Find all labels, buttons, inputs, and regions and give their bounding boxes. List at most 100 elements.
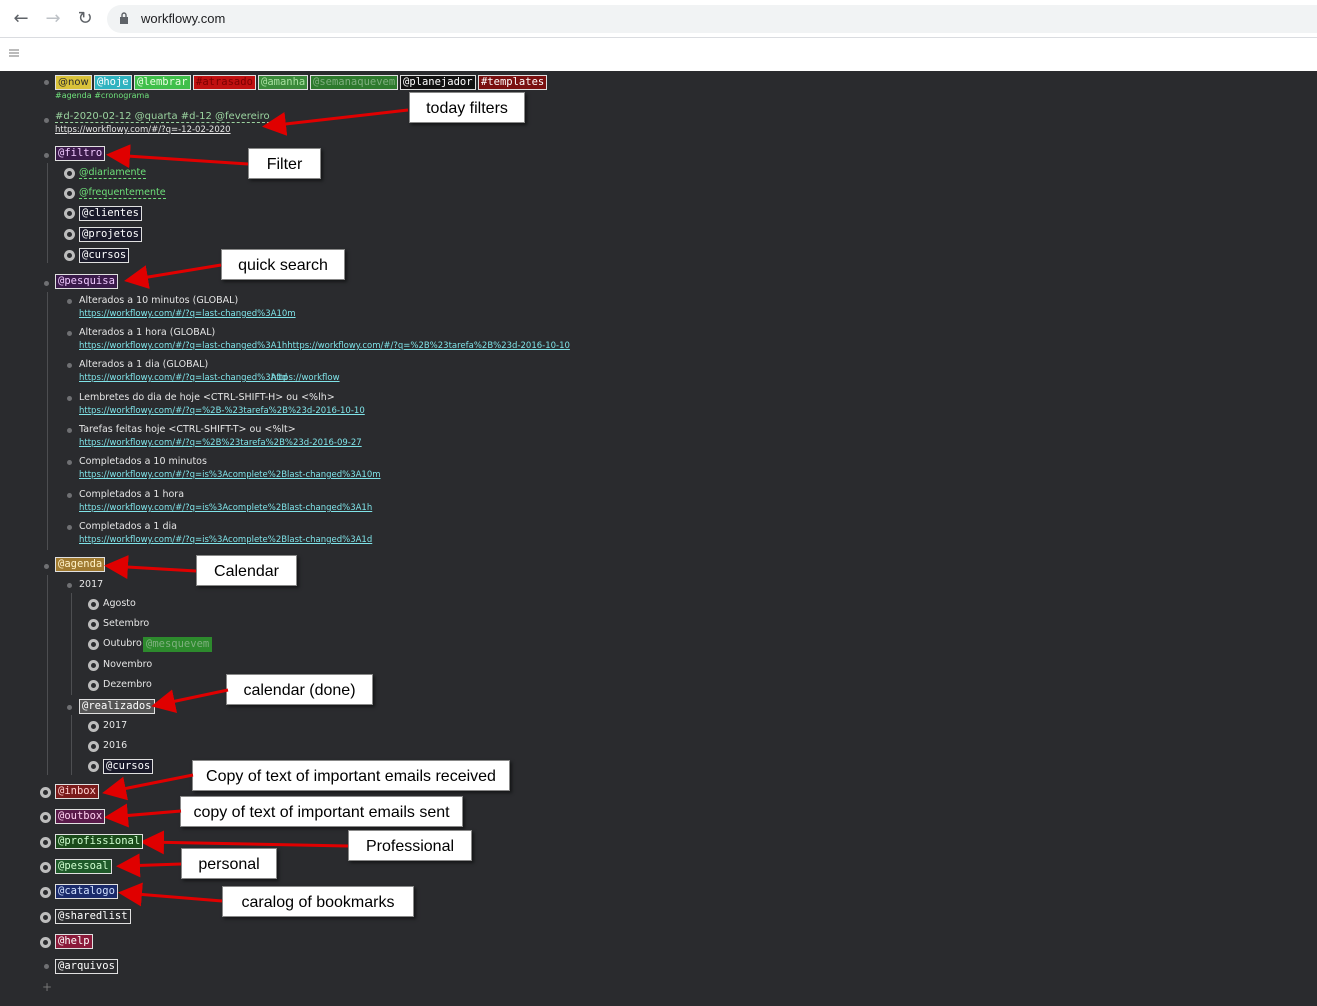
done-item[interactable]: @cursos	[103, 759, 154, 774]
bullet[interactable]	[67, 583, 72, 588]
browser-toolbar: ← → ↻ workflowy.com	[0, 0, 1317, 38]
top-item-catalogo[interactable]: @catalogo	[55, 884, 118, 899]
header-tag[interactable]: @hoje	[94, 75, 132, 90]
bullet[interactable]	[67, 331, 72, 336]
callout-catalog: caralog of bookmarks	[222, 886, 414, 917]
header-tag[interactable]: @amanha	[258, 75, 309, 90]
search-title: Alterados a 1 dia (GLOBAL)	[79, 359, 209, 370]
month-item[interactable]: Novembro	[103, 659, 152, 670]
header-tag[interactable]: @now	[55, 75, 92, 90]
callout-calendar: Calendar	[196, 555, 297, 586]
pesquisa-tag[interactable]: @pesquisa	[55, 274, 118, 289]
bullet[interactable]	[67, 299, 72, 304]
header-tag[interactable]: @semanaquevem	[310, 75, 399, 90]
filtro-tag[interactable]: @filtro	[55, 146, 106, 161]
add-item-icon[interactable]: +	[42, 980, 52, 994]
collapsed-bullet[interactable]	[64, 229, 75, 240]
top-item-outbox[interactable]: @outbox	[55, 809, 106, 824]
done-item[interactable]: 2017	[103, 720, 127, 731]
collapsed-bullet[interactable]	[64, 168, 75, 179]
collapsed-bullet[interactable]	[64, 208, 75, 219]
filtro-item[interactable]: @frequentemente	[79, 187, 166, 199]
bullet[interactable]	[67, 363, 72, 368]
search-link[interactable]: https://workflowy.com/#/?q=%2B%23tarefa%…	[79, 438, 362, 448]
today-date-tags[interactable]: #d-2020-02-12 @quarta #d-12 @fevereiro	[55, 111, 270, 123]
collapsed-bullet[interactable]	[88, 619, 99, 630]
collapsed-bullet[interactable]	[88, 660, 99, 671]
mesquevem-tag[interactable]: @mesquevem	[143, 637, 213, 652]
search-title: Completados a 1 dia	[79, 521, 177, 532]
bullet[interactable]	[44, 564, 49, 569]
bullet[interactable]	[44, 153, 49, 158]
filtro-item[interactable]: @clientes	[79, 206, 142, 221]
collapsed-bullet[interactable]	[88, 639, 99, 650]
month-item[interactable]: Setembro	[103, 618, 149, 629]
bullet[interactable]	[67, 460, 72, 465]
collapsed-bullet[interactable]	[88, 761, 99, 772]
header-tag[interactable]: @lembrar	[134, 75, 191, 90]
collapsed-bullet[interactable]	[40, 937, 51, 948]
bullet[interactable]	[67, 428, 72, 433]
month-item[interactable]: Agosto	[103, 598, 136, 609]
bullet[interactable]	[44, 80, 49, 85]
collapsed-bullet[interactable]	[88, 680, 99, 691]
search-title: Tarefas feitas hoje <CTRL-SHIFT-T> ou <%…	[79, 424, 296, 435]
hamburger-menu-icon[interactable]	[9, 49, 19, 57]
month-item[interactable]: Dezembro	[103, 679, 152, 690]
bullet[interactable]	[44, 281, 49, 286]
collapsed-bullet[interactable]	[64, 188, 75, 199]
lock-icon	[120, 12, 128, 24]
filtro-item[interactable]: @diariamente	[79, 167, 147, 179]
search-link[interactable]: https://workflow	[271, 373, 340, 383]
bullet[interactable]	[44, 964, 49, 969]
header-sub-tags: #agenda #cronograma	[55, 91, 150, 100]
top-item-sharedlist[interactable]: @sharedlist	[55, 909, 131, 924]
search-title: Completados a 10 minutos	[79, 456, 207, 467]
collapsed-bullet[interactable]	[88, 721, 99, 732]
agenda-tag[interactable]: @agenda	[55, 557, 106, 572]
top-item-pessoal[interactable]: @pessoal	[55, 859, 112, 874]
search-link[interactable]: https://workflowy.com/#/?q=last-changed%…	[79, 309, 296, 319]
reload-icon[interactable]: ↻	[75, 9, 95, 29]
bullet[interactable]	[67, 493, 72, 498]
collapsed-bullet[interactable]	[40, 862, 51, 873]
filtro-item[interactable]: @projetos	[79, 227, 142, 242]
header-tag[interactable]: @planejador	[400, 75, 476, 90]
collapsed-bullet[interactable]	[40, 787, 51, 798]
top-item-inbox[interactable]: @inbox	[55, 784, 99, 799]
callout-inbox: Copy of text of important emails receive…	[192, 760, 510, 791]
bullet[interactable]	[67, 705, 72, 710]
address-bar[interactable]: workflowy.com	[107, 5, 1317, 33]
today-link[interactable]: https://workflowy.com/#/?q=-12-02-2020	[55, 125, 231, 135]
top-item-help[interactable]: @help	[55, 934, 93, 949]
collapsed-bullet[interactable]	[40, 812, 51, 823]
search-link[interactable]: https://workflowy.com/#/?q=%2B-%23tarefa…	[79, 406, 365, 416]
filtro-item[interactable]: @cursos	[79, 248, 130, 263]
collapsed-bullet[interactable]	[40, 837, 51, 848]
realizados-tag[interactable]: @realizados	[79, 699, 155, 714]
header-tag[interactable]: #templates	[478, 75, 548, 90]
bullet[interactable]	[44, 118, 49, 123]
callout-quick-search: quick search	[221, 249, 345, 280]
top-item-profissional[interactable]: @profissional	[55, 834, 144, 849]
collapsed-bullet[interactable]	[64, 250, 75, 261]
header-tag[interactable]: #atrasado	[193, 75, 256, 90]
collapsed-bullet[interactable]	[40, 912, 51, 923]
collapsed-bullet[interactable]	[88, 599, 99, 610]
collapsed-bullet[interactable]	[40, 887, 51, 898]
search-link[interactable]: https://workflowy.com/#/?q=is%3Acomplete…	[79, 503, 372, 513]
bullet[interactable]	[67, 396, 72, 401]
search-link[interactable]: https://workflowy.com/#/?q=is%3Acomplete…	[79, 470, 381, 480]
collapsed-bullet[interactable]	[88, 741, 99, 752]
callout-filter: Filter	[248, 148, 321, 179]
search-link[interactable]: https://workflowy.com/#/?q=last-changed%…	[79, 341, 570, 351]
arrow-right-icon[interactable]: →	[43, 9, 63, 29]
search-link[interactable]: https://workflowy.com/#/?q=is%3Acomplete…	[79, 535, 372, 545]
done-item[interactable]: 2016	[103, 740, 127, 751]
month-item[interactable]: Outubro	[103, 638, 142, 649]
top-item-arquivos[interactable]: @arquivos	[55, 959, 118, 974]
search-title: Alterados a 10 minutos (GLOBAL)	[79, 295, 239, 306]
arrow-left-icon[interactable]: ←	[11, 9, 31, 29]
search-link[interactable]: https://workflowy.com/#/?q=last-changed%…	[79, 373, 287, 383]
bullet[interactable]	[67, 525, 72, 530]
